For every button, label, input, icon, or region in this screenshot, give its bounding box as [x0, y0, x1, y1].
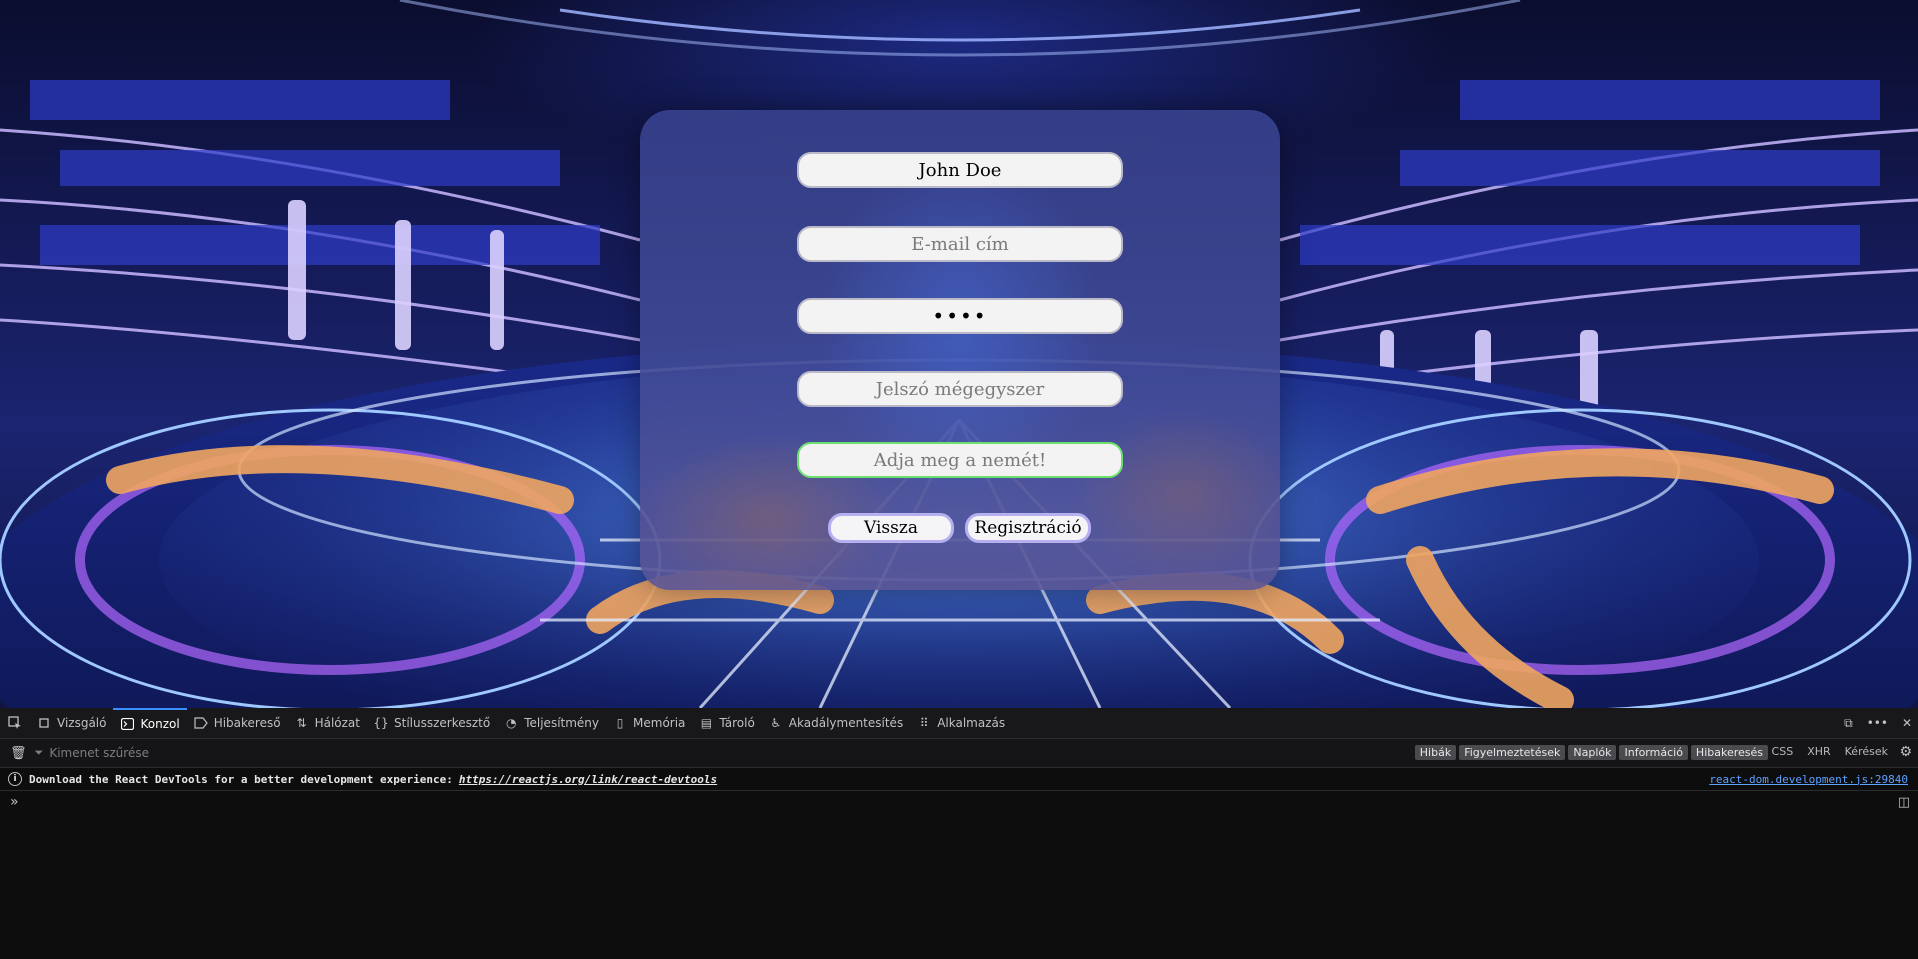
- level-info[interactable]: Információ: [1619, 745, 1688, 760]
- tab-style-editor[interactable]: {} Stílusszerkesztő: [367, 708, 497, 738]
- tab-performance[interactable]: ◔ Teljesítmény: [497, 708, 606, 738]
- filter-output-input[interactable]: ⏷ Kimenet szűrése: [35, 746, 149, 760]
- filter-css[interactable]: CSS: [1772, 745, 1794, 758]
- request-filters: CSS XHR Kérések: [1772, 745, 1888, 758]
- devtools-tab-bar: Vizsgáló Konzol Hibakereső ⇅ Hálózat {} St…: [0, 708, 1918, 739]
- log-level-filters: Hibák Figyelmeztetések Naplók Információ…: [1414, 745, 1768, 760]
- name-input[interactable]: [797, 152, 1123, 188]
- console-message: i Download the React DevTools for a bett…: [0, 768, 1918, 791]
- filter-requests[interactable]: Kérések: [1845, 745, 1888, 758]
- level-debug[interactable]: Hibakeresés: [1690, 745, 1768, 760]
- devtools-link[interactable]: https://reactjs.org/link/react-devtools: [459, 773, 717, 786]
- performance-icon: ◔: [505, 716, 517, 730]
- email-input[interactable]: [797, 226, 1123, 262]
- network-icon: ⇅: [296, 716, 307, 730]
- close-icon[interactable]: ✕: [1902, 716, 1912, 730]
- registration-card: Vissza Regisztráció: [640, 110, 1280, 590]
- filter-xhr[interactable]: XHR: [1807, 745, 1830, 758]
- register-button[interactable]: Regisztráció: [965, 513, 1091, 543]
- dock-side-icon[interactable]: ⧉: [1844, 716, 1853, 731]
- console-icon: [120, 717, 134, 731]
- devtools-panel: Vizsgáló Konzol Hibakereső ⇅ Hálózat {} St…: [0, 708, 1918, 959]
- tab-application[interactable]: ⠿ Alkalmazás: [910, 708, 1012, 738]
- password-confirm-input[interactable]: [797, 371, 1123, 407]
- debugger-icon: [194, 716, 208, 730]
- style-editor-icon: {}: [373, 716, 389, 730]
- console-input[interactable]: » ◫: [0, 791, 1918, 813]
- level-logs[interactable]: Naplók: [1568, 745, 1617, 760]
- message-text: Download the React DevTools for a better…: [29, 772, 453, 786]
- tab-storage[interactable]: ▤ Tároló: [692, 708, 761, 738]
- tab-inspector[interactable]: Vizsgáló: [30, 708, 113, 738]
- devtools-window-controls: ⧉ ••• ✕: [1844, 708, 1912, 738]
- memory-icon: ▯: [616, 716, 624, 730]
- info-icon: i: [8, 772, 22, 786]
- inspector-icon: [37, 716, 51, 730]
- filter-icon: ⏷: [34, 746, 44, 759]
- console-filter-bar: 🗑 ⏷ Kimenet szűrése Hibák Figyelmeztetés…: [0, 739, 1918, 768]
- tab-console[interactable]: Konzol: [113, 708, 187, 738]
- gender-input[interactable]: [797, 442, 1123, 478]
- application-icon: ⠿: [919, 716, 929, 730]
- message-source-link[interactable]: react-dom.development.js:29840: [1709, 773, 1908, 786]
- level-warnings[interactable]: Figyelmeztetések: [1459, 745, 1566, 760]
- split-console-icon[interactable]: ◫: [1898, 795, 1910, 810]
- tab-memory[interactable]: ▯ Memória: [606, 708, 692, 738]
- settings-gear-icon[interactable]: ⚙: [1899, 744, 1912, 760]
- trash-icon[interactable]: 🗑: [10, 746, 27, 761]
- storage-icon: ▤: [700, 716, 713, 730]
- element-picker-icon[interactable]: [0, 708, 30, 738]
- tab-debugger[interactable]: Hibakereső: [187, 708, 288, 738]
- accessibility-icon: ♿: [770, 716, 782, 730]
- prompt-chevron-icon: »: [10, 794, 19, 810]
- level-errors[interactable]: Hibák: [1414, 745, 1457, 760]
- tab-accessibility[interactable]: ♿ Akadálymentesítés: [762, 708, 910, 738]
- back-button[interactable]: Vissza: [828, 513, 954, 543]
- password-input[interactable]: [797, 298, 1123, 334]
- more-options-icon[interactable]: •••: [1867, 716, 1888, 730]
- tab-network[interactable]: ⇅ Hálózat: [288, 708, 367, 738]
